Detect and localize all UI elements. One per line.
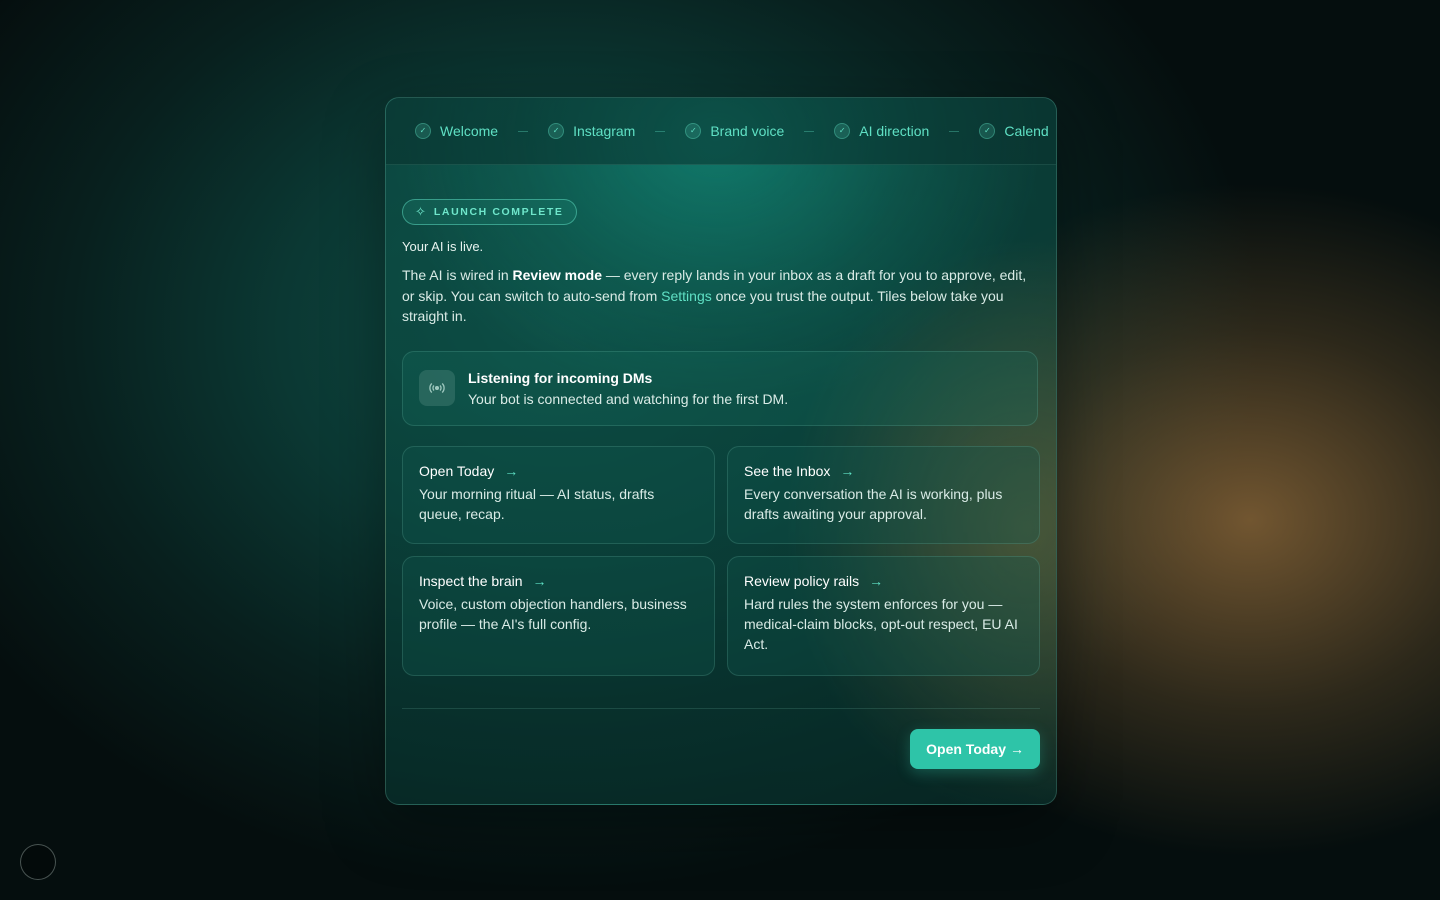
- help-launcher-button[interactable]: [20, 844, 56, 880]
- intro-paragraph: The AI is wired in Review mode — every r…: [402, 265, 1042, 327]
- arrow-right-icon: →: [1010, 740, 1024, 757]
- card-footer: Open Today →: [402, 728, 1040, 769]
- listening-subtitle: Your bot is connected and watching for t…: [468, 390, 789, 407]
- footer-divider: [402, 707, 1040, 709]
- tile-open-today[interactable]: Open Today → Your morning ritual — AI sta…: [402, 445, 715, 544]
- step-label: Brand voice: [710, 123, 785, 139]
- listening-text: Listening for incoming DMs Your bot is c…: [468, 370, 788, 407]
- arrow-right-icon: →: [504, 462, 519, 479]
- check-icon: ✓: [415, 123, 431, 139]
- listening-status-panel: Listening for incoming DMs Your bot is c…: [402, 350, 1038, 426]
- quick-links-grid: Open Today → Your morning ritual — AI sta…: [402, 445, 1040, 676]
- tile-title: Open Today: [419, 462, 495, 479]
- arrow-right-icon: →: [869, 572, 884, 589]
- step-label: Calend: [1004, 123, 1049, 139]
- step-separator: [518, 130, 529, 132]
- step-label: Welcome: [440, 123, 499, 139]
- check-icon: ✓: [979, 123, 996, 139]
- tile-title: See the Inbox: [744, 462, 831, 479]
- step-separator: [655, 130, 666, 132]
- check-icon: ✓: [685, 123, 702, 139]
- step-separator: [949, 130, 960, 132]
- step-brand-voice[interactable]: ✓ Brand voice: [685, 123, 784, 139]
- tile-title: Inspect the brain: [419, 572, 523, 589]
- step-welcome[interactable]: ✓ Welcome: [415, 123, 498, 139]
- listening-title: Listening for incoming DMs: [468, 369, 653, 386]
- launch-complete-badge: ✧ LAUNCH COMPLETE: [402, 199, 577, 225]
- tile-description: Voice, custom objection handlers, busine…: [419, 595, 687, 632]
- broadcast-icon: [419, 370, 455, 406]
- launch-card: ✓ Welcome ✓ Instagram ✓ Brand voice ✓ AI…: [385, 97, 1057, 805]
- intro-text: The AI is wired in: [402, 267, 513, 283]
- check-icon: ✓: [834, 123, 851, 139]
- step-instagram[interactable]: ✓ Instagram: [548, 123, 635, 139]
- tile-title: Review policy rails: [744, 572, 860, 589]
- step-label: AI direction: [859, 123, 930, 139]
- step-separator: [804, 130, 815, 132]
- tile-description: Your morning ritual — AI status, drafts …: [419, 485, 655, 522]
- settings-link[interactable]: Settings: [661, 288, 712, 304]
- tile-description: Hard rules the system enforces for you —…: [744, 595, 1018, 652]
- review-mode-label: Review mode: [512, 267, 602, 283]
- tile-policy-rails[interactable]: Review policy rails → Hard rules the syst…: [727, 555, 1040, 676]
- step-label: Instagram: [573, 123, 636, 139]
- open-today-button[interactable]: Open Today →: [910, 728, 1040, 769]
- sparkle-icon: ✧: [415, 204, 426, 219]
- tile-see-inbox[interactable]: See the Inbox → Every conversation the AI…: [727, 445, 1040, 544]
- arrow-right-icon: →: [840, 462, 855, 479]
- tile-description: Every conversation the AI is working, pl…: [744, 485, 1003, 522]
- step-calendar[interactable]: ✓ Calend: [979, 123, 1049, 139]
- tile-inspect-brain[interactable]: Inspect the brain → Voice, custom objecti…: [402, 555, 715, 676]
- check-icon: ✓: [548, 123, 565, 139]
- onboarding-stepper: ✓ Welcome ✓ Instagram ✓ Brand voice ✓ AI…: [386, 98, 1056, 165]
- card-content: ✧ LAUNCH COMPLETE Your AI is live. The A…: [386, 165, 1056, 769]
- step-ai-direction[interactable]: ✓ AI direction: [834, 123, 929, 139]
- button-label: Open Today: [926, 740, 1006, 757]
- arrow-right-icon: →: [532, 572, 547, 589]
- page-title: Your AI is live.: [402, 239, 484, 254]
- badge-label: LAUNCH COMPLETE: [433, 206, 564, 218]
